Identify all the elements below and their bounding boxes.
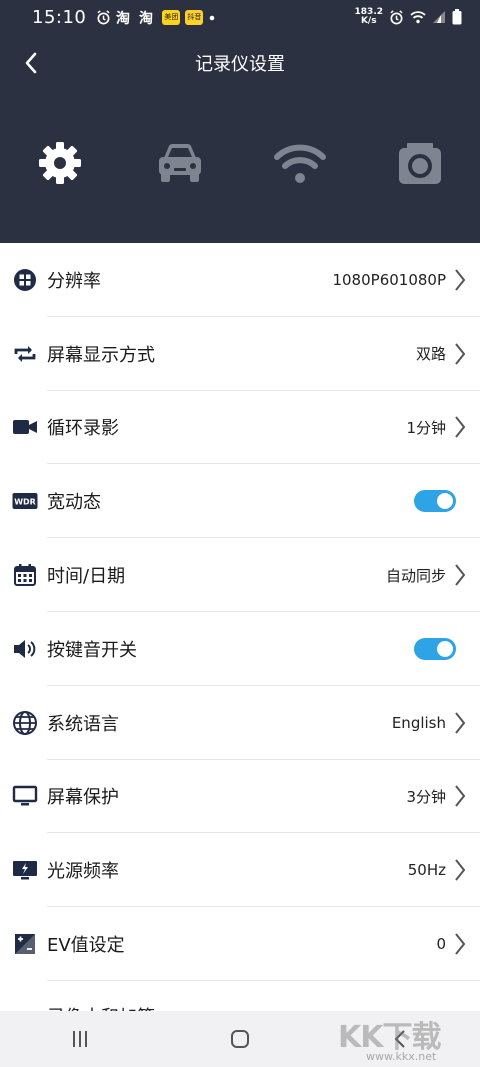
status-time: 15:10: [32, 6, 87, 28]
tab-car[interactable]: [150, 133, 210, 193]
chevron-right-icon: [452, 414, 468, 440]
svg-text:淘: 淘: [139, 10, 153, 25]
watermark-url: www.kkx.net: [366, 1050, 437, 1063]
chevron-right-icon: [452, 857, 468, 883]
alarm-icon: [390, 9, 403, 24]
chevron-right-icon: [452, 931, 468, 957]
chevron-right-icon: [452, 783, 468, 809]
setting-label: 时间/日期: [47, 566, 126, 588]
monitor-icon: [12, 783, 38, 809]
car-icon: [159, 144, 201, 182]
tab-camera[interactable]: [390, 133, 450, 193]
speaker-icon: [12, 636, 38, 662]
wdr-icon: WDR: [12, 488, 38, 514]
setting-row-key-sound[interactable]: 按键音开关: [0, 612, 480, 686]
status-right: 183.2 K/s: [355, 8, 462, 26]
setting-label: 宽动态: [47, 492, 101, 514]
recents-icon: [73, 1031, 87, 1047]
watermark: KK下载 www.kkx.net: [338, 1012, 458, 1064]
setting-label: 按键音开关: [47, 639, 137, 661]
page-title: 记录仪设置: [195, 54, 285, 75]
taobao-icon: 淘: [116, 10, 130, 25]
settings-list: 分辨率 1080P601080P 屏幕显示方式 双路 循环录影 1分钟 WDR …: [0, 243, 480, 981]
setting-label: 系统语言: [47, 713, 119, 735]
header: 15:10 淘 淘 美团 抖音 183.2 K/s 记录仪设置: [0, 0, 480, 243]
net-speed: 183.2 K/s: [355, 8, 383, 26]
setting-label: 光源频率: [47, 861, 119, 883]
signal-icon: [433, 11, 445, 23]
key-sound-toggle[interactable]: [414, 637, 456, 660]
chevron-right-icon: [452, 562, 468, 588]
battery-icon: [452, 9, 462, 25]
setting-row-light-frequency[interactable]: 光源频率 50Hz: [0, 833, 480, 907]
tab-settings[interactable]: [30, 133, 90, 193]
setting-value: 3分钟: [406, 787, 446, 806]
title-bar: 记录仪设置: [0, 40, 480, 86]
setting-label: 分辨率: [47, 270, 101, 292]
setting-row-loop-recording[interactable]: 循环录影 1分钟: [0, 391, 480, 465]
wifi-icon: [274, 144, 326, 183]
setting-value: 双路: [415, 345, 446, 364]
setting-row-screensaver[interactable]: 屏幕保护 3分钟: [0, 760, 480, 834]
notification-icons: 淘 淘 美团 抖音: [96, 9, 216, 25]
camera-icon: [399, 143, 441, 184]
alarm-icon: [97, 9, 110, 24]
setting-row-display-mode[interactable]: 屏幕显示方式 双路: [0, 317, 480, 391]
setting-value: 自动同步: [385, 566, 446, 585]
setting-label: 屏幕保护: [47, 787, 119, 809]
app-icon: 抖音: [185, 9, 204, 25]
setting-row-datetime[interactable]: 时间/日期 自动同步: [0, 538, 480, 612]
chevron-right-icon: [452, 710, 468, 736]
net-speed-unit: K/s: [360, 16, 377, 26]
chevron-left-icon: [25, 52, 37, 74]
back-button[interactable]: [14, 46, 48, 80]
gear-icon: [39, 142, 81, 184]
setting-value: 1分钟: [406, 418, 446, 437]
svg-text:WDR: WDR: [14, 498, 36, 507]
repeat-icon: [12, 341, 38, 367]
wifi-icon: [410, 11, 426, 24]
grid-icon: [12, 267, 38, 293]
wdr-toggle[interactable]: [414, 490, 456, 513]
home-button[interactable]: [210, 1019, 270, 1059]
setting-row-wdr[interactable]: WDR 宽动态: [0, 464, 480, 538]
recents-button[interactable]: [50, 1019, 110, 1059]
setting-label: 循环录影: [47, 418, 119, 440]
setting-value: 1080P601080P: [332, 270, 446, 289]
settings-tabs: [0, 133, 480, 203]
setting-value: 0: [436, 935, 446, 954]
tab-wifi[interactable]: [270, 133, 330, 193]
setting-row-language[interactable]: 系统语言 English: [0, 686, 480, 760]
taobao-icon: 淘: [139, 10, 153, 25]
home-icon: [231, 1030, 249, 1048]
chevron-right-icon: [452, 267, 468, 293]
setting-value: 50Hz: [407, 861, 446, 880]
video-icon: [12, 414, 38, 440]
setting-label: EV值设定: [47, 935, 125, 957]
meituan-icon: 美团: [162, 9, 181, 25]
setting-row-resolution[interactable]: 分辨率 1080P601080P: [0, 243, 480, 317]
svg-text:淘: 淘: [116, 10, 130, 25]
setting-value: English: [391, 713, 446, 732]
flicker-icon: [12, 857, 38, 883]
globe-icon: [12, 710, 38, 736]
setting-row-ev[interactable]: EV值设定 0: [0, 907, 480, 981]
setting-label: 屏幕显示方式: [47, 344, 155, 366]
calendar-icon: [12, 562, 38, 588]
dot-icon: [210, 15, 215, 20]
status-bar: 15:10 淘 淘 美团 抖音 183.2 K/s: [0, 0, 480, 34]
exposure-icon: [12, 931, 38, 957]
chevron-right-icon: [452, 341, 468, 367]
